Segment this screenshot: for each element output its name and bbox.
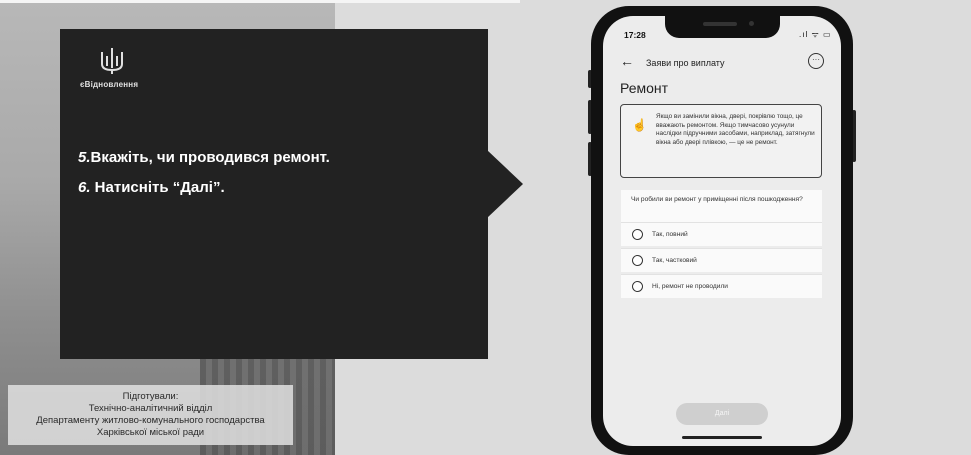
option-label: Так, частковий <box>652 257 697 264</box>
top-strip <box>0 0 520 3</box>
more-options-icon[interactable]: ··· <box>808 53 824 69</box>
credits-line: Підготували: <box>122 391 179 402</box>
credits-line: Технічно-аналітичний відділ <box>88 403 213 414</box>
option-partial-repair[interactable]: Так, частковий <box>621 248 822 272</box>
home-indicator <box>682 436 762 439</box>
step-5: 5.Вкажіть, чи проводився ремонт. <box>78 149 330 166</box>
radio-button[interactable] <box>632 281 643 292</box>
option-full-repair[interactable]: Так, повний <box>621 222 822 246</box>
trident-logo-icon <box>101 48 123 74</box>
phone-notch <box>665 16 780 38</box>
status-time: 17:28 <box>624 30 646 40</box>
radio-button[interactable] <box>632 229 643 240</box>
next-button[interactable]: Далі <box>676 403 768 425</box>
step-6: 6. Натисніть “Далі”. <box>78 179 225 196</box>
nav-title: Заяви про виплату <box>646 58 725 68</box>
back-arrow-icon[interactable]: ← <box>620 53 634 69</box>
camera-dot <box>749 21 754 26</box>
credits-line: Харківської міської ради <box>96 427 205 438</box>
option-label: Ні, ремонт не проводили <box>652 283 728 290</box>
status-icons: .ıl ᯤ ▭ <box>799 30 832 39</box>
question-text: Чи робили ви ремонт у приміщенні після п… <box>631 196 803 203</box>
callout-pointer <box>487 150 523 218</box>
info-text: Якщо ви замінили вікна, двері, покрівлю … <box>656 113 815 146</box>
page-title: Ремонт <box>620 80 669 96</box>
credits-line: Департаменту житлово-комунального господ… <box>36 415 265 426</box>
radio-button[interactable] <box>632 255 643 266</box>
brand-name: єВідновлення <box>80 80 139 89</box>
option-no-repair[interactable]: Ні, ремонт не проводили <box>621 274 822 298</box>
speaker-grille <box>703 22 737 26</box>
option-label: Так, повний <box>652 231 688 238</box>
credits-box: Підготували: Технічно-аналітичний відділ… <box>8 385 293 445</box>
hand-pointer-icon: ☝ <box>632 118 647 132</box>
question-card <box>621 190 822 222</box>
